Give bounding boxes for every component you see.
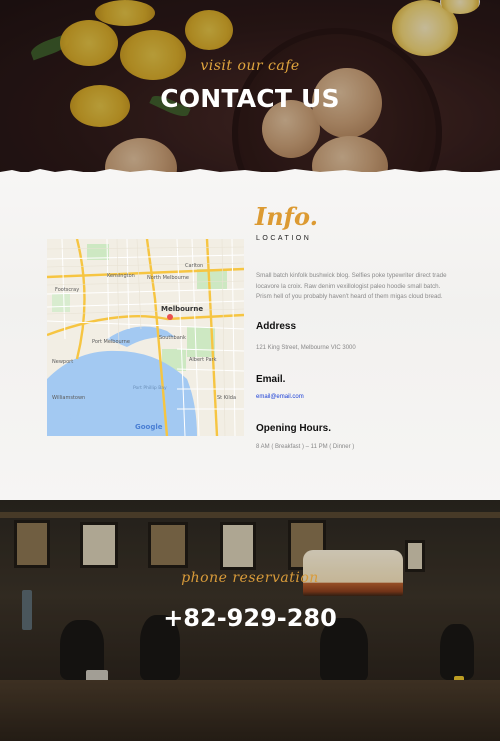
hero-banner: visit our cafe CONTACT US [0,0,500,180]
map-label-port-melbourne: Port Melbourne [92,339,130,345]
map-label-albert-park: Albert Park [189,357,217,363]
map-label-port-phillip-bay: Port Phillip Bay [133,385,167,391]
map-label-north-melbourne: North Melbourne [147,275,189,281]
map-label-williamstown: Williamstown [52,395,85,401]
map-label-footscray: Footscray [55,287,79,293]
email-link[interactable]: email@email.com [256,394,304,400]
contact-info-section: Carlton North Melbourne Kensington Foots… [0,169,500,508]
google-logo[interactable]: Google [135,423,163,431]
hero-script-text: visit our cafe [200,58,300,74]
opening-hours-heading: Opening Hours. [256,423,331,434]
opening-hours-value: 8 AM ( Breakfast ) – 11 PM ( Dinner ) [256,444,355,450]
location-description: Small batch kinfolk bushwick blog. Selfi… [256,272,447,300]
map-label-newport: Newport [52,359,73,365]
map-label-melbourne: Melbourne [161,305,203,313]
address-value: 121 King Street, Melbourne VIC 3000 [256,345,356,351]
reservation-script-text: phone reservation [181,570,319,586]
page-title: CONTACT US [160,84,340,113]
map-label-st-kilda: St Kilda [217,395,236,401]
location-label: LOCATION [256,235,312,242]
address-heading: Address [256,321,297,332]
phone-number-link[interactable]: +82-929-280 [0,604,500,632]
torn-edge-top [0,169,500,180]
info-heading: Info. [255,202,318,231]
email-heading: Email. [256,374,286,385]
map-label-southbank: Southbank [159,335,186,341]
map-label-kensington: Kensington [107,273,135,279]
reservation-section: phone reservation +82-929-280 [0,500,500,741]
location-map[interactable]: Carlton North Melbourne Kensington Foots… [47,239,244,436]
map-label-carlton: Carlton [185,263,203,269]
